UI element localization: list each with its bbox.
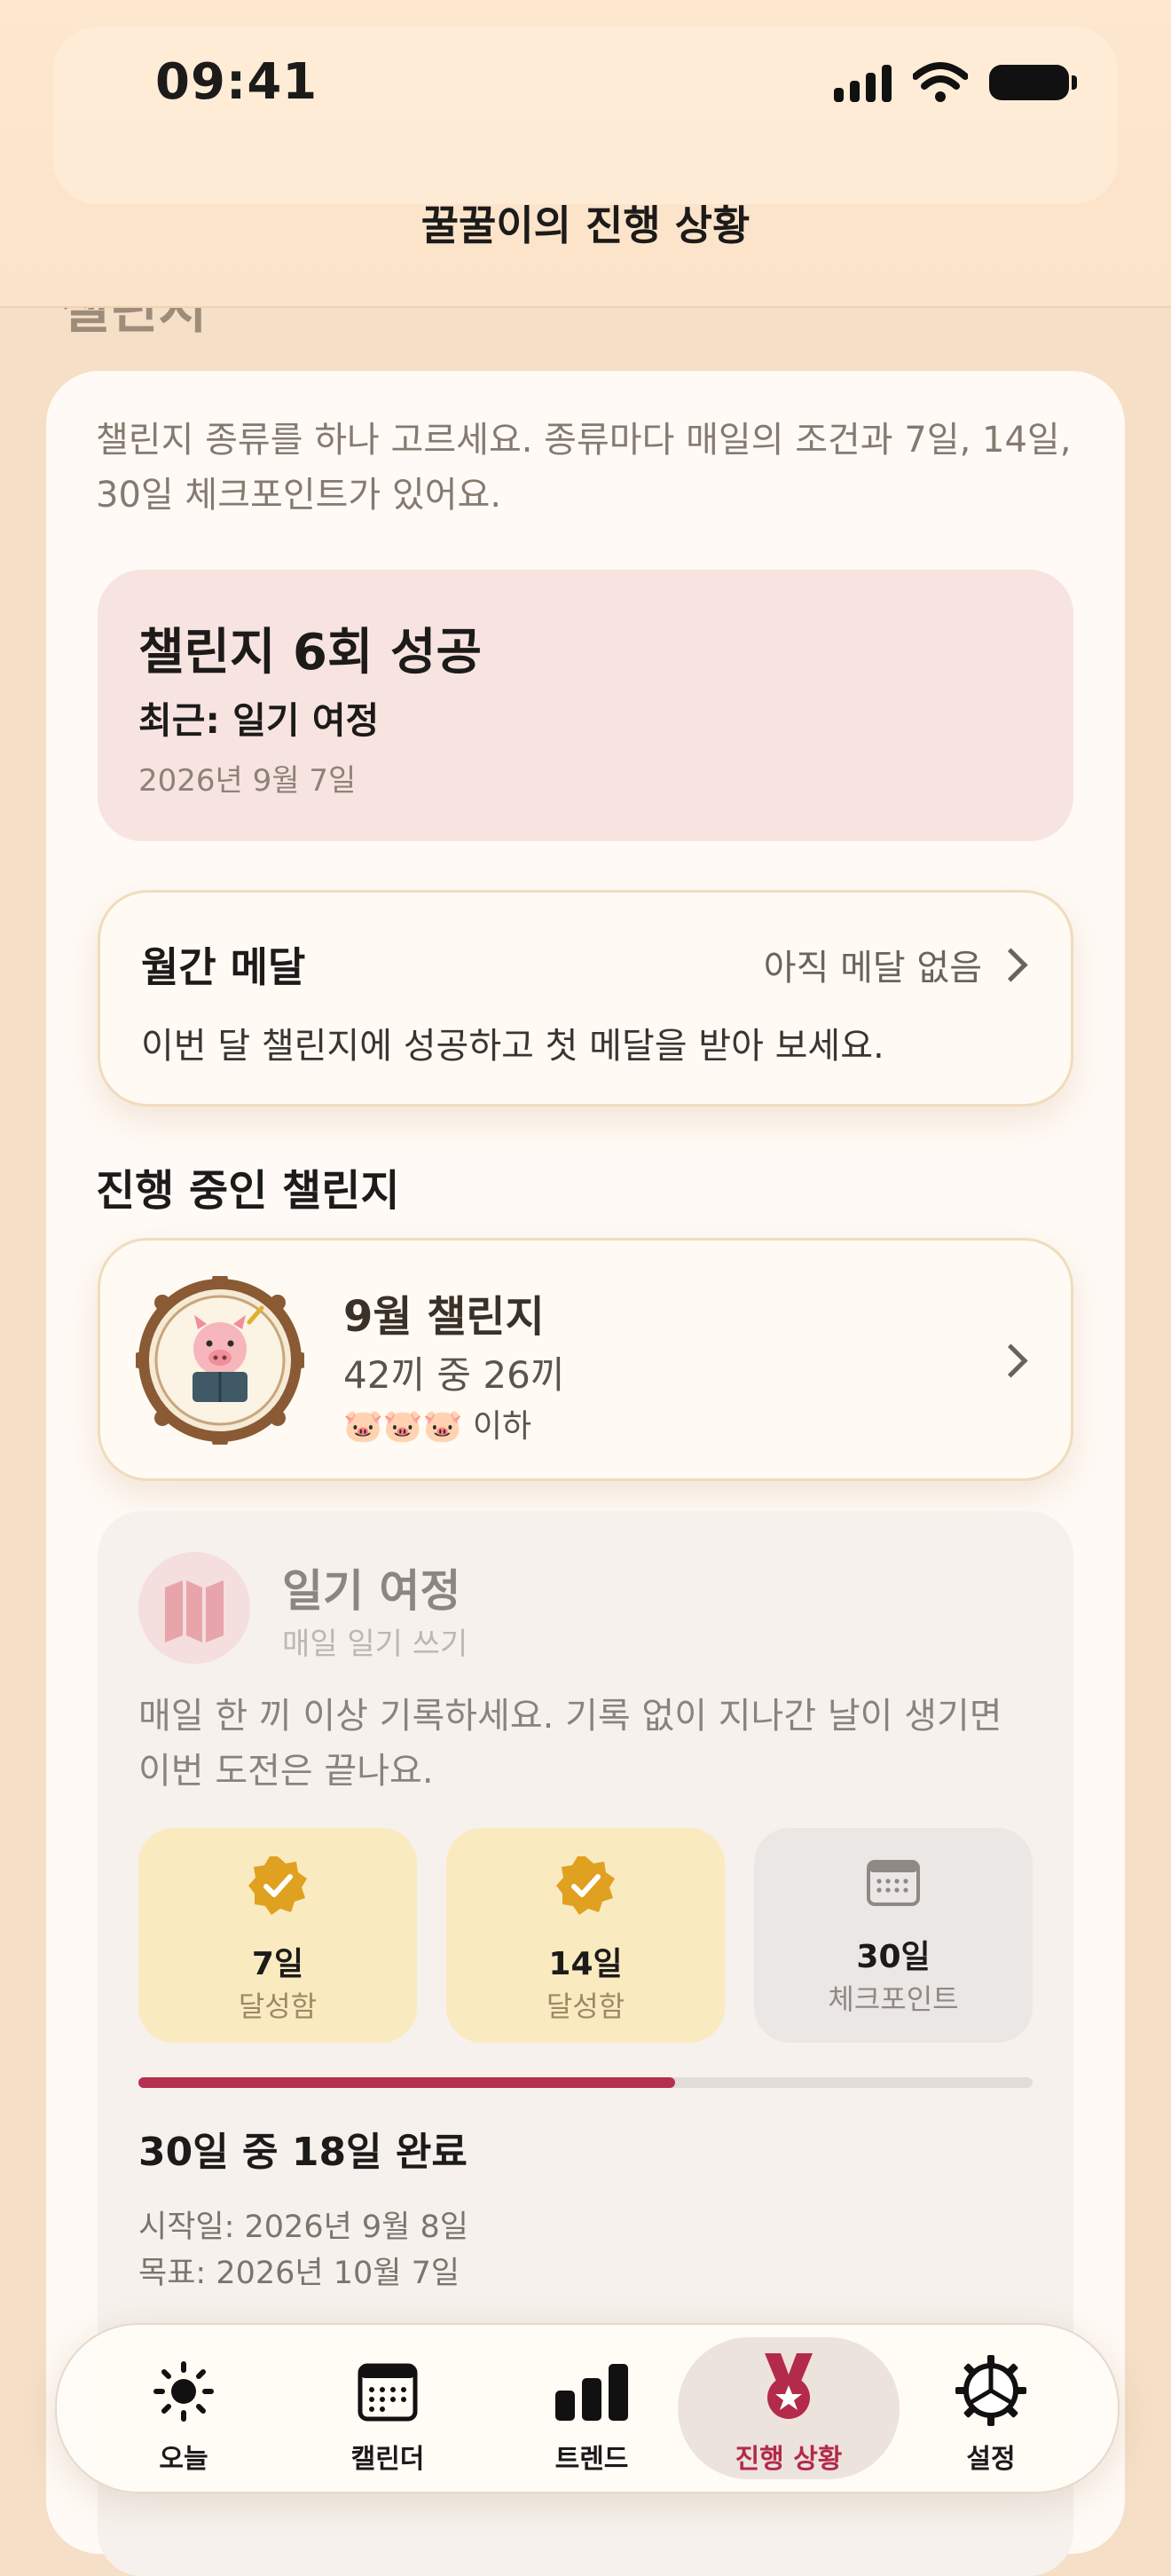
success-date: 2026년 9월 7일 [138, 763, 357, 799]
tab-label: 트렌드 [554, 2444, 629, 2475]
tab-trends[interactable]: 트렌드 [490, 2337, 694, 2479]
journey-progress-bar [138, 2077, 1033, 2088]
checkpoint-14-days: 14일 달성함 [446, 1828, 725, 2043]
journey-completed: 30일 중 18일 완료 [138, 2130, 468, 2175]
checkpoint-state: 달성함 [238, 1989, 318, 2023]
journey-icon-circle [138, 1552, 250, 1664]
medal-status: 아직 메달 없음 [763, 948, 982, 989]
map-icon [165, 1580, 224, 1642]
journey-goal-date: 목표: 2026년 10월 7일 [138, 2256, 460, 2291]
chevron-right-icon [994, 948, 1028, 982]
success-recent: 최근: 일기 여정 [138, 699, 380, 742]
success-count: 챌린지 6회 성공 [138, 624, 483, 681]
tab-calendar[interactable]: 캘린더 [286, 2337, 490, 2479]
success-summary-card: 챌린지 6회 성공 최근: 일기 여정 2026년 9월 7일 [98, 570, 1073, 841]
tab-label: 오늘 [159, 2444, 208, 2475]
status-time: 09:41 [155, 53, 318, 111]
tab-bar: 오늘 캘린더 트렌드 진행 상황 설정 [55, 2323, 1120, 2493]
wifi-icon [913, 62, 968, 102]
battery-icon [989, 65, 1077, 100]
journey-title: 일기 여정 [282, 1565, 461, 1617]
medal-title: 월간 메달 [141, 943, 306, 991]
journey-start-date: 시작일: 2026년 9월 8일 [138, 2210, 468, 2245]
challenge-title: 9월 챌린지 [343, 1292, 545, 1342]
intro-text: 챌린지 종류를 하나 고르세요. 종류마다 매일의 조건과 7일, 14일, 3… [96, 420, 1072, 516]
medal-description: 이번 달 챌린지에 성공하고 첫 메달을 받아 보세요. [141, 1026, 884, 1067]
tab-today[interactable]: 오늘 [82, 2337, 286, 2479]
chevron-right-icon [994, 1343, 1028, 1378]
active-challenge-card[interactable]: 9월 챌린지 42끼 중 26끼 🐷🐷🐷 이하 [98, 1238, 1073, 1481]
checkmark-seal-icon [248, 1856, 307, 1915]
sun-icon [153, 2361, 214, 2422]
page-title: 꿀꿀이의 진행 상황 [420, 201, 751, 249]
checkpoint-state: 달성함 [546, 1989, 625, 2023]
tab-label: 진행 상황 [735, 2444, 843, 2475]
checkpoint-day: 7일 [251, 1946, 304, 1982]
bar-chart-icon [555, 2364, 628, 2421]
tab-label: 캘린더 [350, 2444, 425, 2475]
calendar-icon [358, 2363, 418, 2422]
cellular-signal-icon [834, 63, 892, 102]
checkpoint-state: 체크포인트 [828, 1982, 959, 2016]
active-challenges-heading: 진행 중인 챌린지 [96, 1166, 400, 1216]
checkmark-seal-icon [556, 1856, 615, 1915]
checkpoint-day: 30일 [856, 1939, 931, 1975]
checkpoint-day: 14일 [548, 1946, 623, 1982]
journey-progress-fill [138, 2077, 675, 2088]
challenge-pig-limit: 🐷🐷🐷 이하 [343, 1408, 532, 1445]
journey-description: 매일 한 끼 이상 기록하세요. 기록 없이 지나간 날이 생기면 이번 도전은… [138, 1696, 1002, 1792]
status-icons [834, 62, 1077, 103]
navigation-header: 09:41 꿀꿀이의 진행 상황 [0, 0, 1171, 308]
pig-reading-badge-icon [136, 1276, 304, 1445]
calendar-icon [867, 1860, 920, 1906]
tab-label: 설정 [966, 2444, 1016, 2475]
gear-icon [955, 2355, 1026, 2426]
journey-subtitle: 매일 일기 쓰기 [282, 1627, 468, 1662]
tab-settings[interactable]: 설정 [889, 2337, 1093, 2479]
monthly-medal-card[interactable]: 월간 메달 아직 메달 없음 이번 달 챌린지에 성공하고 첫 메달을 받아 보… [98, 890, 1073, 1107]
checkpoint-30-days: 30일 체크포인트 [754, 1828, 1033, 2043]
medal-icon [765, 2353, 813, 2419]
checkpoint-7-days: 7일 달성함 [138, 1828, 417, 2043]
tab-progress[interactable]: 진행 상황 [678, 2337, 900, 2479]
challenge-progress: 42끼 중 26끼 [343, 1353, 565, 1397]
